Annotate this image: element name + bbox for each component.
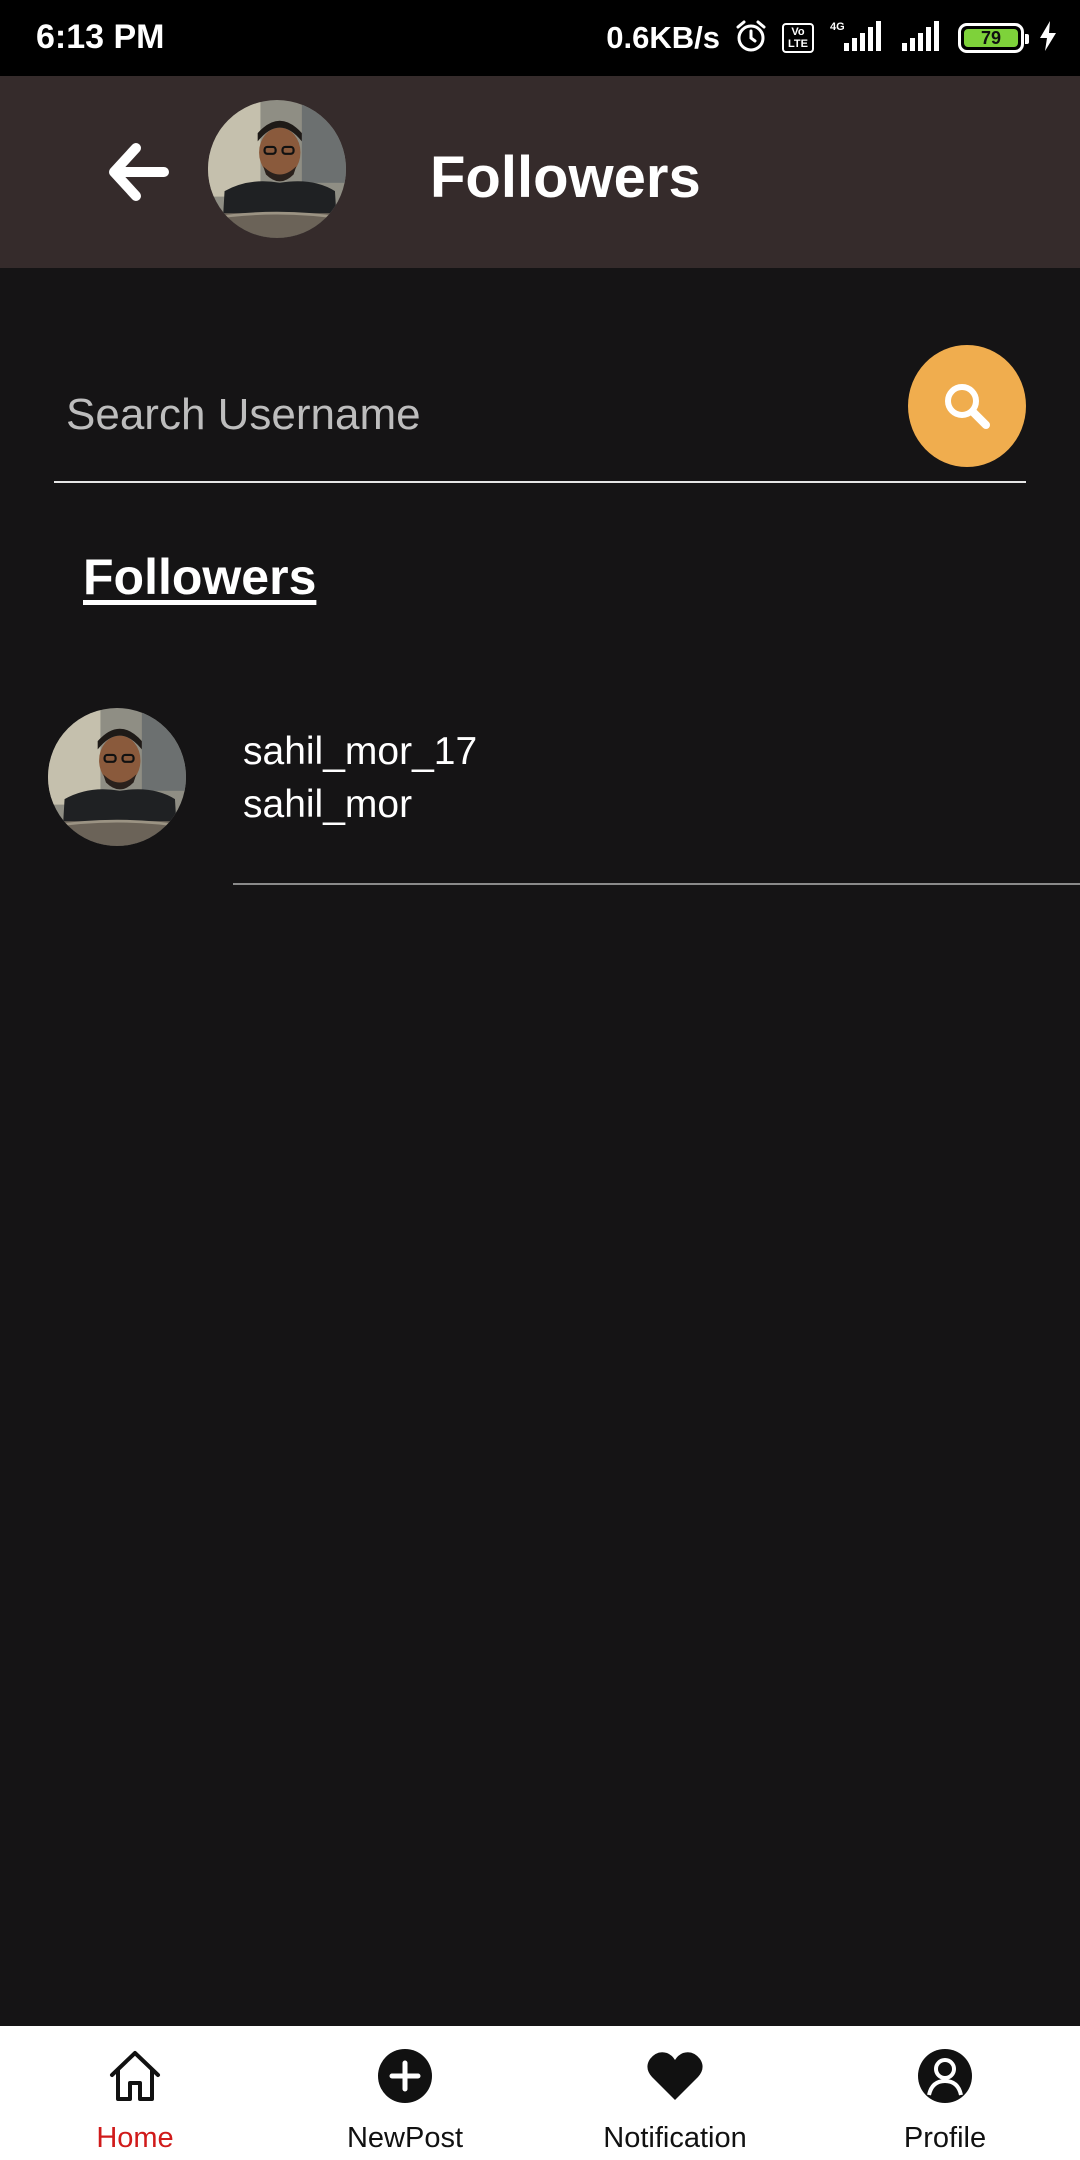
- search-button[interactable]: [908, 345, 1026, 467]
- charging-icon: [1038, 20, 1058, 57]
- nav-label-home: Home: [96, 2122, 174, 2154]
- network-type-label: 4G: [830, 21, 845, 33]
- bottom-nav: Home NewPost Notification Profile: [0, 2026, 1080, 2160]
- battery-icon: 79: [958, 23, 1029, 53]
- search-input[interactable]: [54, 375, 884, 455]
- app-bar: Followers: [0, 76, 1080, 268]
- search-icon: [945, 384, 990, 429]
- follower-avatar[interactable]: [48, 708, 186, 846]
- signal-4g-icon: 4G: [828, 19, 886, 58]
- home-icon: [103, 2044, 167, 2108]
- volte-icon: Vo LTE: [782, 23, 814, 53]
- nav-label-notification: Notification: [603, 2122, 747, 2154]
- nav-item-newpost[interactable]: NewPost: [270, 2026, 540, 2160]
- nav-item-notification[interactable]: Notification: [540, 2026, 810, 2160]
- status-bar: 6:13 PM 0.6KB/s Vo LTE 4G 79: [0, 0, 1080, 76]
- profile-icon: [913, 2044, 977, 2108]
- nav-label-newpost: NewPost: [346, 2122, 464, 2154]
- nav-item-profile[interactable]: Profile: [810, 2026, 1080, 2160]
- status-icons: 0.6KB/s Vo LTE 4G 79: [606, 16, 1058, 60]
- net-speed: 0.6KB/s: [606, 20, 720, 55]
- battery-level: 79: [964, 28, 1018, 48]
- signal-icon: [900, 19, 944, 58]
- avatar-image: [208, 100, 346, 238]
- user-avatar[interactable]: [208, 100, 346, 238]
- search-bar: [54, 345, 1026, 485]
- search-underline: [54, 481, 1026, 483]
- follower-name: sahil_mor: [243, 783, 413, 826]
- avatar-image: [48, 708, 186, 846]
- alarm-icon: [734, 19, 768, 58]
- status-time: 6:13 PM: [36, 18, 165, 56]
- heart-icon: [643, 2044, 707, 2108]
- add-circle-icon: [373, 2044, 437, 2108]
- back-arrow-icon: [109, 143, 169, 201]
- nav-item-home[interactable]: Home: [0, 2026, 270, 2160]
- page-title: Followers: [430, 145, 701, 210]
- section-heading: Followers: [83, 549, 317, 605]
- follower-username[interactable]: sahil_mor_17: [243, 730, 477, 774]
- nav-label-profile: Profile: [903, 2122, 987, 2154]
- list-item[interactable]: sahil_mor_17 sahil_mor: [0, 700, 1080, 886]
- back-button[interactable]: [100, 134, 176, 210]
- divider: [233, 883, 1080, 885]
